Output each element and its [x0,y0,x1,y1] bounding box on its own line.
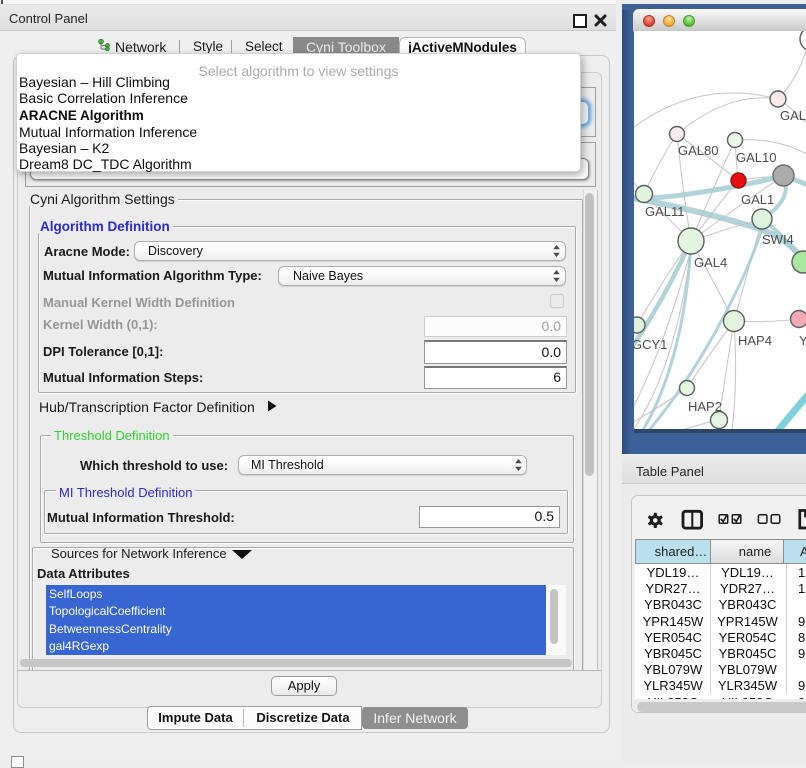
svg-text:GCY1: GCY1 [634,337,667,352]
svg-text:GAL11: GAL11 [645,204,685,219]
svg-text:YM: YM [799,333,806,348]
svg-text:GAL80: GAL80 [780,108,806,123]
svg-text:HAP4: HAP4 [738,333,772,348]
svg-text:SWI4: SWI4 [762,232,794,247]
svg-text:GAL10: GAL10 [736,150,776,165]
svg-text:GAL80: GAL80 [678,143,718,158]
svg-text:GAL1: GAL1 [741,192,774,207]
svg-text:GAL4: GAL4 [694,255,727,270]
svg-text:HAP2: HAP2 [688,399,722,414]
